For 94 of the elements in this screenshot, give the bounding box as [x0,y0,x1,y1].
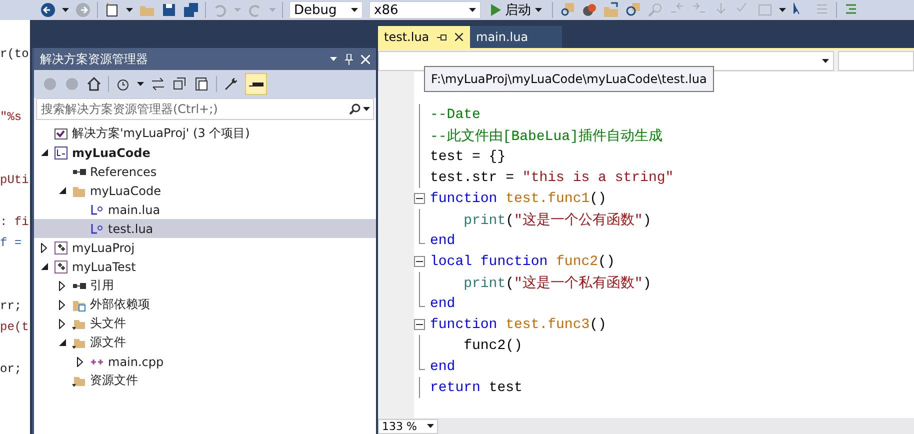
caret-icon[interactable] [351,8,358,12]
tree-item[interactable]: 资源文件 [34,371,376,390]
fold-icon[interactable] [414,256,425,267]
new-project-icon[interactable] [104,2,120,18]
file-tab[interactable]: main.lua [470,26,562,48]
collapsed-icon[interactable] [59,280,65,290]
configuration-dropdown[interactable]: Debug [289,1,363,19]
collapsed-icon[interactable] [41,242,47,252]
fold-icon[interactable] [414,193,425,204]
tree-item[interactable]: 头文件 [34,314,376,333]
fold-end-line [419,230,425,244]
search-icon[interactable] [349,103,361,115]
code-line: pe(t [0,319,30,336]
tree-item[interactable]: 外部依赖项 [34,295,376,314]
code-line: end [430,296,456,312]
expanded-icon[interactable] [40,263,48,270]
code-line: r(to [0,46,30,63]
cpp-project-icon [54,260,68,274]
tree-item[interactable]: test.lua [34,219,376,238]
caret-icon[interactable] [330,57,337,61]
solution-icon [54,126,68,140]
caret-icon[interactable] [62,8,69,12]
collapsed-icon[interactable] [77,356,83,366]
search-field[interactable]: 搜索解决方案资源管理器(Ctrl+;) [36,98,374,120]
tree-item[interactable]: myLuaProj [34,238,376,257]
caret-icon[interactable] [822,59,829,63]
expanded-icon[interactable] [40,149,48,156]
code-line: print("这是一个私有函数") [462,274,652,292]
fold-end-line [419,356,425,370]
code-line: end [430,358,456,374]
code-line: "%s [0,109,23,126]
code-line: : fi [0,214,30,231]
code-line: --此文件由[BabeLua]插件自动生成 [430,127,662,144]
pin-icon[interactable] [437,34,448,40]
caret-icon[interactable] [779,8,786,12]
tree-item[interactable]: myLuaCode [34,181,376,200]
file-path-tooltip: F:\myLuaProj\myLuaCode\myLuaCode\test.lua [424,66,714,92]
code-line: --Date [430,106,480,122]
caret-icon[interactable] [126,8,133,12]
preview-toggle-icon[interactable] [245,73,267,95]
code-line: func2() [462,338,522,354]
lua-file-icon [90,222,104,236]
tree-item[interactable]: myLuaCode [34,143,376,162]
folder-sync-icon[interactable] [603,2,619,18]
cpp-project-icon [54,240,68,254]
save-all-icon[interactable] [183,2,199,18]
lua-project-icon [54,146,68,160]
collapsed-icon[interactable] [59,318,65,328]
lua-file-icon [90,202,104,216]
tree-item[interactable]: myLuaTest [34,257,376,276]
code-line: end [430,232,456,248]
code-line: local function func2() [430,254,615,270]
home-icon[interactable] [86,76,102,92]
sync-icon[interactable] [150,76,166,92]
play-icon [491,4,501,16]
save-icon[interactable] [161,2,177,18]
caret-icon[interactable] [137,82,144,86]
close-icon[interactable] [455,33,464,41]
tree-item[interactable]: 源文件 [34,333,376,352]
code-line: rr; [0,298,23,315]
wrench-icon[interactable] [223,76,239,92]
expanded-icon[interactable] [58,187,66,194]
files-icon[interactable] [194,76,210,92]
code-line: test.str = "this is a string" [430,170,674,186]
find-icon[interactable] [559,2,575,18]
code-line: f = [0,235,23,252]
zoom-dropdown[interactable]: 133 % [378,418,438,434]
start-button[interactable]: 启动 [487,1,546,19]
tree-item[interactable]: main.cpp [34,352,376,371]
code-line: function test.func1() [430,190,606,206]
code-line: function test.func3() [430,316,606,332]
search-icon[interactable] [625,2,641,18]
tree-item[interactable]: 引用 [34,276,376,295]
code-line: or; [0,361,23,378]
tree-item[interactable]: References [34,162,376,181]
code-line: pUti [0,172,30,189]
fold-end-line [419,293,425,307]
back-icon[interactable] [40,2,56,18]
caret-icon[interactable] [427,424,434,428]
tree-item[interactable]: main.lua [34,200,376,219]
code-line: test = {} [430,148,506,164]
expanded-icon[interactable] [58,339,66,346]
caret-icon[interactable] [363,107,370,111]
code-line: print("这是一个公有函数") [462,211,652,228]
collapse-icon[interactable] [172,76,188,92]
file-tab[interactable]: test.lua [378,26,470,48]
caret-icon[interactable] [469,8,476,12]
collapsed-icon[interactable] [59,300,65,310]
caret-icon[interactable] [535,8,542,12]
platform-dropdown[interactable]: x86 [369,1,481,19]
fold-icon[interactable] [414,319,425,330]
panel-title: 解决方案资源管理器 [40,50,148,68]
tree-item[interactable]: 解决方案'myLuaProj' (3 个项目) [34,124,376,143]
code-line: return test [430,380,522,396]
